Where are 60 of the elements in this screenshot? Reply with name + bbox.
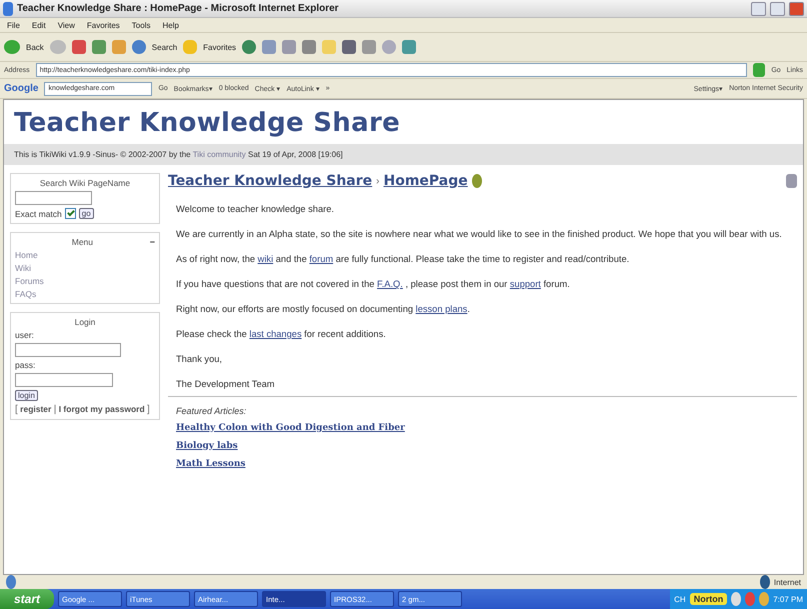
- favorites-label[interactable]: Favorites: [203, 42, 236, 52]
- module-title: Search Wiki PageName: [38, 178, 132, 188]
- back-label[interactable]: Back: [26, 42, 44, 52]
- clock: 7:07 PM: [773, 594, 803, 604]
- module-title: Login: [74, 317, 96, 327]
- google-logo: Google: [4, 83, 38, 94]
- site-title: Teacher Knowledge Share: [14, 108, 402, 138]
- user-label: user:: [15, 330, 35, 340]
- user-field[interactable]: [15, 343, 121, 357]
- exact-match-checkbox[interactable]: [64, 208, 76, 219]
- text-link[interactable]: forum: [309, 254, 334, 264]
- bracket-text: ]: [147, 404, 150, 415]
- article-link[interactable]: Math Lessons: [176, 459, 246, 469]
- exact-match-label: Exact match: [15, 208, 62, 218]
- text-link[interactable]: lesson plans: [416, 304, 468, 314]
- menu-item[interactable]: Tools: [128, 20, 154, 30]
- module-title: Menu: [72, 237, 93, 247]
- paragraph: Welcome to teacher knowledge share.: [176, 203, 335, 215]
- text-link[interactable]: last changes: [249, 329, 302, 339]
- norton-button[interactable]: Norton: [690, 593, 728, 605]
- paragraph: As of right now, the wiki and the forum are fully functional. Please take the time to register and read/contribute.: [176, 253, 630, 265]
- article-link[interactable]: Healthy Colon with Good Digestion and Fiber: [176, 423, 405, 433]
- featured-label: Featured Articles:: [176, 405, 248, 417]
- search-field[interactable]: [15, 191, 92, 205]
- article-link[interactable]: Biology labs: [176, 441, 238, 451]
- text-link[interactable]: F.A.Q.: [377, 279, 403, 289]
- divider-text: |: [54, 404, 56, 415]
- pass-field[interactable]: [15, 373, 113, 387]
- paragraph: The Development Team: [176, 378, 276, 390]
- menu-item[interactable]: View: [54, 20, 78, 30]
- tagline-text: This is TikiWiki v1.9.9 -Sinus- © 2002-2007 by the: [14, 150, 192, 159]
- login-button[interactable]: login: [15, 390, 38, 401]
- menu-link[interactable]: Wiki: [15, 263, 155, 273]
- maximize-button[interactable]: [770, 2, 785, 16]
- minimize-button[interactable]: [751, 2, 766, 16]
- text-link[interactable]: support: [510, 279, 541, 289]
- paragraph: We are currently in an Alpha state, so the site is nowhere near what we would like to see in the finished product. We hope that you will bear with us.: [176, 228, 783, 240]
- paragraph: Right now, our efforts are mostly focused on documenting lesson plans.: [176, 303, 471, 315]
- forgot-password-link[interactable]: I forgot my password: [58, 404, 145, 414]
- text-link[interactable]: wiki: [258, 254, 274, 264]
- window-title: Teacher Knowledge Share : HomePage - Microsoft Internet Explorer: [17, 3, 340, 14]
- bracket-text: [: [15, 404, 18, 415]
- paragraph: Please check the last changes for recent additions.: [176, 328, 387, 340]
- date-text: Sat 19 of Apr, 2008 [19:06]: [247, 150, 343, 159]
- paragraph: Thank you,: [176, 353, 223, 365]
- collapse-button[interactable]: −: [150, 237, 155, 247]
- pass-label: pass:: [15, 360, 36, 370]
- paragraph: If you have questions that are not covered in the F.A.Q. , please post them in our support forum.: [176, 278, 571, 290]
- search-label[interactable]: Search: [152, 42, 178, 52]
- zone-text: Internet: [774, 578, 801, 586]
- breadcrumb-link[interactable]: Teacher Knowledge Share: [168, 173, 372, 189]
- menu-item[interactable]: Favorites: [84, 20, 123, 30]
- close-button[interactable]: [789, 2, 804, 16]
- breadcrumb-separator: ›: [376, 176, 380, 186]
- go-button[interactable]: go: [78, 208, 94, 219]
- menu-item[interactable]: File: [4, 20, 23, 30]
- register-link[interactable]: register: [20, 404, 52, 414]
- page-name-link[interactable]: HomePage: [384, 173, 468, 189]
- menu-item[interactable]: Help: [159, 20, 182, 30]
- menu-item[interactable]: Edit: [28, 20, 49, 30]
